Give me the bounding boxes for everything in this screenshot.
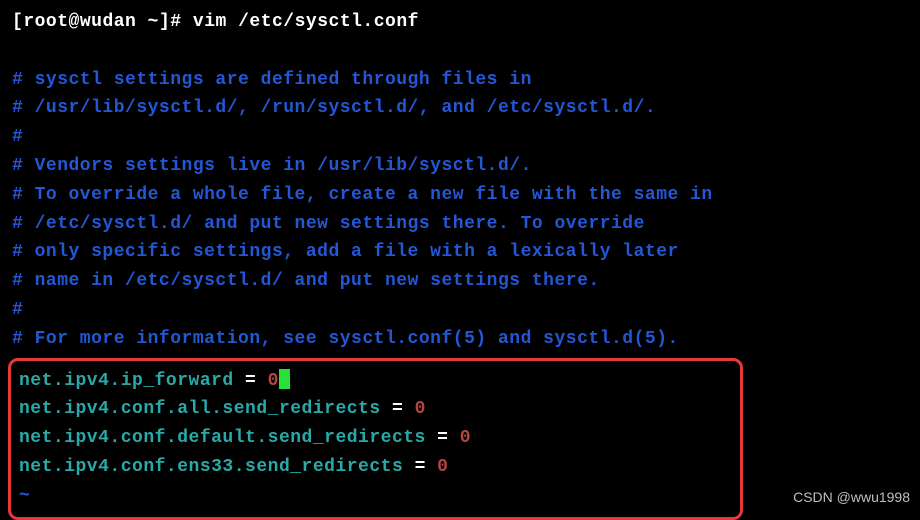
- watermark-text: CSDN @wwu1998: [793, 486, 910, 508]
- setting-equals: =: [403, 457, 437, 477]
- comments-block: # sysctl settings are defined through fi…: [12, 66, 908, 354]
- blank-line: [12, 37, 908, 66]
- comment-line: # To override a whole file, create a new…: [12, 181, 908, 210]
- comment-line: # /etc/sysctl.d/ and put new settings th…: [12, 210, 908, 239]
- setting-equals: =: [234, 371, 268, 391]
- prompt-path: ~: [136, 12, 159, 32]
- prompt-host: wudan: [80, 12, 137, 32]
- prompt-close-bracket: ]: [159, 12, 170, 32]
- sysctl-setting-line[interactable]: net.ipv4.conf.default.send_redirects = 0: [11, 424, 732, 453]
- prompt-char: #: [170, 12, 193, 32]
- sysctl-setting-line[interactable]: net.ipv4.ip_forward = 0: [11, 367, 732, 396]
- comment-line: # Vendors settings live in /usr/lib/sysc…: [12, 152, 908, 181]
- comment-line: # only specific settings, add a file wit…: [12, 238, 908, 267]
- setting-equals: =: [381, 399, 415, 419]
- highlighted-settings-box: net.ipv4.ip_forward = 0net.ipv4.conf.all…: [8, 358, 743, 520]
- sysctl-setting-line[interactable]: net.ipv4.conf.ens33.send_redirects = 0: [11, 453, 732, 482]
- settings-lines[interactable]: net.ipv4.ip_forward = 0net.ipv4.conf.all…: [11, 367, 732, 482]
- prompt-at: @: [69, 12, 80, 32]
- setting-key: net.ipv4.conf.all.send_redirects: [19, 399, 381, 419]
- command-text: vim /etc/sysctl.conf: [193, 12, 419, 32]
- comment-line: #: [12, 296, 908, 325]
- setting-equals: =: [426, 428, 460, 448]
- vim-empty-line-tilde: ~: [11, 482, 732, 511]
- setting-value: 0: [460, 428, 471, 448]
- shell-prompt-line[interactable]: [root@wudan ~]# vim /etc/sysctl.conf: [12, 8, 908, 37]
- prompt-user: root: [23, 12, 68, 32]
- setting-key: net.ipv4.ip_forward: [19, 371, 234, 391]
- comment-line: #: [12, 123, 908, 152]
- setting-value: 0: [415, 399, 426, 419]
- setting-key: net.ipv4.conf.default.send_redirects: [19, 428, 426, 448]
- comment-line: # For more information, see sysctl.conf(…: [12, 325, 908, 354]
- sysctl-setting-line[interactable]: net.ipv4.conf.all.send_redirects = 0: [11, 395, 732, 424]
- comment-line: # sysctl settings are defined through fi…: [12, 66, 908, 95]
- prompt-open-bracket: [: [12, 12, 23, 32]
- setting-key: net.ipv4.conf.ens33.send_redirects: [19, 457, 403, 477]
- setting-value: 0: [437, 457, 448, 477]
- comment-line: # name in /etc/sysctl.d/ and put new set…: [12, 267, 908, 296]
- text-cursor: [279, 369, 290, 389]
- comment-line: # /usr/lib/sysctl.d/, /run/sysctl.d/, an…: [12, 94, 908, 123]
- setting-value: 0: [268, 371, 279, 391]
